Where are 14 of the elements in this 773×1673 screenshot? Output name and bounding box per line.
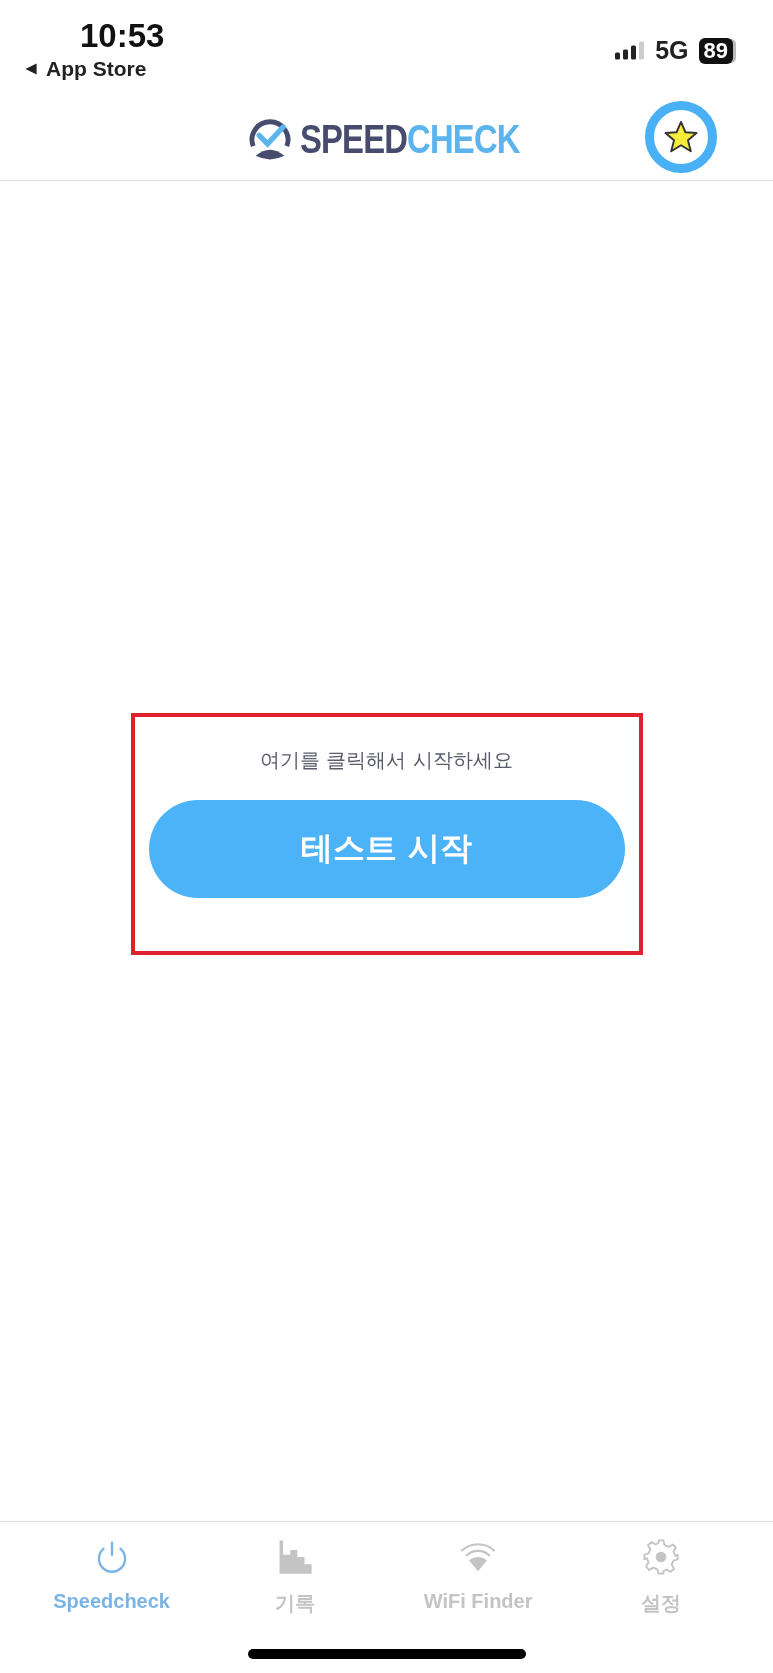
start-test-button[interactable]: 테스트 시작 <box>148 800 625 898</box>
tab-bar-item[interactable]: WiFi Finder <box>393 1522 564 1639</box>
battery-indicator: 89 <box>698 37 733 64</box>
signal-icon <box>615 40 646 61</box>
tab-bar-item[interactable]: 설정 <box>576 1522 747 1639</box>
network-type: 5G <box>655 36 689 65</box>
status-time: 10:53 <box>80 16 165 56</box>
back-to-app-link[interactable]: App Store <box>24 56 147 82</box>
app-logo-text: SPEEDCHECK <box>299 116 520 162</box>
settings-icon <box>642 1538 681 1576</box>
start-hint-text: 여기를 클릭해서 시작하세요 <box>260 747 513 774</box>
back-triangle-icon <box>24 62 38 76</box>
tab-bar-item[interactable]: 기록 <box>209 1522 380 1639</box>
tab-bar-item[interactable]: Speedcheck <box>26 1522 197 1639</box>
